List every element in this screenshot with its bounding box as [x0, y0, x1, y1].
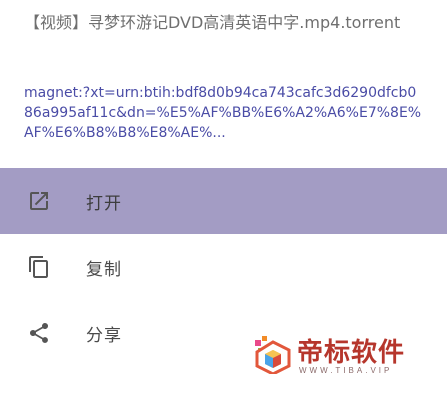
copy-icon — [26, 254, 52, 280]
menu-item-share-label: 分享 — [86, 325, 122, 346]
watermark-title: 帝标软件 — [297, 338, 406, 368]
logo-icon — [255, 336, 291, 374]
bottom-sheet: 【视频】寻梦环游记DVD高清英语中字.mp4.torrent magnet:?x… — [0, 0, 447, 394]
watermark-logo: 帝标软件 WWW.TIBA.VIP — [253, 330, 425, 386]
open-in-new-icon — [26, 188, 52, 214]
watermark-url: WWW.TIBA.VIP — [299, 366, 393, 375]
share-icon — [26, 320, 52, 346]
menu-item-copy[interactable]: 复制 — [0, 234, 447, 300]
menu-item-copy-label: 复制 — [86, 259, 122, 280]
magnet-link-text: magnet:?xt=urn:btih:bdf8d0b94ca743cafc3d… — [24, 85, 422, 141]
menu-item-open-label: 打开 — [86, 193, 122, 214]
menu-item-open[interactable]: 打开 — [0, 168, 447, 234]
torrent-file-name: 【视频】寻梦环游记DVD高清英语中字.mp4.torrent — [24, 13, 401, 32]
